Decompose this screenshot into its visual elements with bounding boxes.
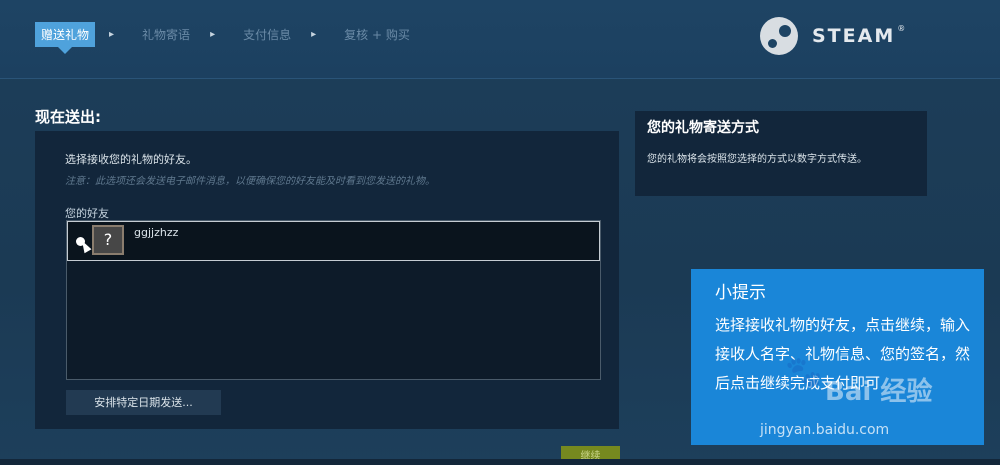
- steam-logo-text: STEAM: [812, 25, 896, 47]
- steam-logo[interactable]: STEAM ®: [760, 17, 905, 55]
- schedule-send-button[interactable]: 安排特定日期发送...: [66, 390, 221, 415]
- recipient-instruction: 选择接收您的礼物的好友。: [65, 153, 197, 166]
- step-arrow-icon: ▸: [109, 29, 115, 40]
- email-note: 注意：此选项还会发送电子邮件消息，以便确保您的好友能及时看到您发送的礼物。: [65, 176, 435, 187]
- friends-label: 您的好友: [65, 207, 109, 220]
- friend-item[interactable]: ? ggjjzhzz: [67, 221, 600, 261]
- watermark-text: Bai 经验: [825, 377, 933, 407]
- page-title: 现在送出:: [35, 108, 101, 126]
- delivery-method-panel: 您的礼物寄送方式 您的礼物将会按照您选择的方式以数字方式传送。: [635, 111, 927, 196]
- step-review-purchase[interactable]: 复核 + 购买: [338, 22, 416, 47]
- delivery-method-text: 您的礼物将会按照您选择的方式以数字方式传送。: [647, 154, 867, 165]
- friends-list[interactable]: ? ggjjzhzz: [66, 220, 601, 380]
- watermark-url: jingyan.baidu.com: [760, 422, 890, 438]
- send-gift-panel: 选择接收您的礼物的好友。 注意：此选项还会发送电子邮件消息，以便确保您的好友能及…: [35, 131, 619, 429]
- delivery-method-title: 您的礼物寄送方式: [647, 120, 759, 136]
- top-bar: 赠送礼物 ▸ 礼物寄语 ▸ 支付信息 ▸ 复核 + 购买 STEAM ®: [0, 0, 1000, 79]
- step-payment-info[interactable]: 支付信息: [237, 22, 297, 47]
- step-gift-message[interactable]: 礼物寄语: [136, 22, 196, 47]
- step-arrow-icon: ▸: [311, 29, 317, 40]
- friend-name: ggjjzhzz: [134, 226, 179, 239]
- step-arrow-icon: ▸: [210, 29, 216, 40]
- steam-logo-icon: [760, 17, 798, 55]
- mouse-cursor-icon: [78, 238, 92, 254]
- step-send-gift[interactable]: 赠送礼物: [35, 22, 96, 54]
- bottom-strip: [0, 459, 1000, 465]
- paw-icon: 🐾: [785, 355, 823, 390]
- checkout-steps: 赠送礼物 ▸ 礼物寄语 ▸ 支付信息 ▸ 复核 + 购买: [35, 22, 416, 54]
- baidu-watermark: 🐾 Bai 经验: [785, 355, 960, 415]
- tip-title: 小提示: [715, 283, 766, 303]
- friend-avatar: ?: [92, 225, 124, 255]
- trademark-mark: ®: [897, 23, 906, 33]
